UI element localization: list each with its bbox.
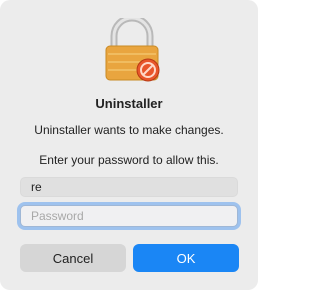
cancel-button[interactable]: Cancel: [20, 244, 126, 272]
lock-icon: [105, 18, 160, 82]
password-prompt: Enter your password to allow this.: [39, 153, 219, 167]
auth-dialog: Uninstaller Uninstaller wants to make ch…: [0, 0, 258, 290]
ok-button[interactable]: OK: [133, 244, 239, 272]
dialog-message: Uninstaller wants to make changes.: [34, 123, 224, 137]
password-field[interactable]: [20, 205, 238, 227]
dialog-title: Uninstaller: [95, 96, 163, 111]
username-field[interactable]: [20, 177, 238, 197]
